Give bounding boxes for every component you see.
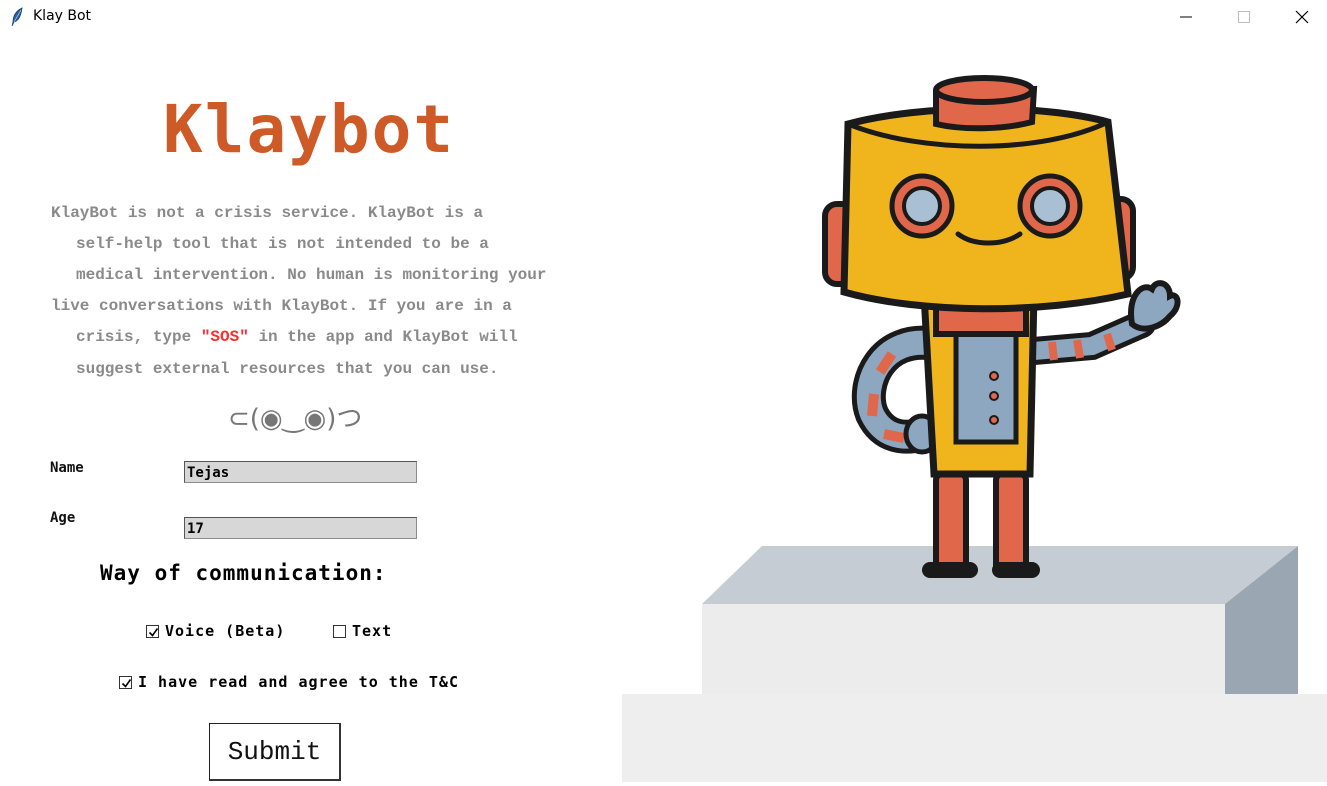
age-input[interactable] <box>184 517 417 539</box>
disclaimer-line-2: self-help tool that is not intended to b… <box>76 235 489 253</box>
checkmark-icon <box>148 627 159 637</box>
close-button[interactable] <box>1273 0 1327 34</box>
app-logo-title: Klaybot <box>163 91 456 168</box>
text-checkbox[interactable]: Text <box>333 622 392 640</box>
text-checkbox-label: Text <box>352 622 393 640</box>
minimize-button[interactable] <box>1157 0 1215 34</box>
disclaimer-line-5-start: crisis, type <box>76 328 201 346</box>
checkmark-icon <box>121 678 132 688</box>
disclaimer-line-1: KlayBot is not a crisis service. KlayBot… <box>51 204 484 222</box>
disclaimer-line-3: medical intervention. No human is monito… <box>76 266 547 284</box>
robot-illustration <box>622 34 1327 782</box>
voice-checkbox-box[interactable] <box>146 624 159 638</box>
window-title: Klay Bot <box>33 8 92 24</box>
disclaimer-line-5: crisis, type "SOS" in the app and KlayBo… <box>76 327 518 347</box>
terms-checkbox[interactable]: I have read and agree to the T&C <box>119 673 459 691</box>
sos-keyword: "SOS" <box>200 328 249 346</box>
robot-scene-svg <box>622 75 1327 782</box>
name-input[interactable] <box>184 461 417 483</box>
kaomoji: ⊂(◉‿◉)つ <box>228 404 363 434</box>
feather-icon <box>10 7 26 27</box>
maximize-icon <box>1238 11 1250 23</box>
maximize-button[interactable] <box>1215 0 1273 34</box>
minimize-icon <box>1180 16 1192 18</box>
disclaimer-line-5-end: in the app and KlayBot will <box>248 328 518 346</box>
disclaimer-line-6: suggest external resources that you can … <box>76 360 499 378</box>
voice-checkbox[interactable]: Voice (Beta) <box>146 622 285 640</box>
terms-checkbox-box[interactable] <box>119 675 132 689</box>
age-label: Age <box>50 510 76 526</box>
text-checkbox-box[interactable] <box>333 624 346 638</box>
voice-checkbox-label: Voice (Beta) <box>165 622 286 640</box>
disclaimer-line-4: live conversations with KlayBot. If you … <box>51 297 512 315</box>
title-bar: Klay Bot <box>0 0 1327 34</box>
terms-checkbox-label: I have read and agree to the T&C <box>138 673 459 691</box>
close-icon <box>1295 10 1309 24</box>
communication-heading: Way of communication: <box>100 561 387 585</box>
name-label: Name <box>50 460 84 476</box>
submit-button[interactable]: Submit <box>209 723 341 781</box>
